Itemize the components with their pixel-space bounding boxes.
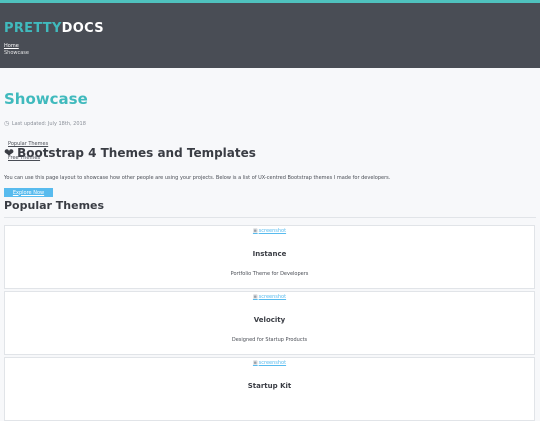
brand-name-part1: PRETTY xyxy=(4,21,62,36)
breadcrumb: Home Showcase xyxy=(4,43,29,57)
screenshot-image-link[interactable]: screenshot xyxy=(5,228,534,234)
breadcrumb-current: Showcase xyxy=(4,50,29,56)
theme-description: Portfolio Theme for Developers xyxy=(230,271,309,277)
divider xyxy=(4,217,536,218)
brand-logo[interactable]: PRETTYDOCS xyxy=(4,21,104,36)
last-updated: ◷ Last updated: July 18th, 2018 xyxy=(4,120,86,127)
theme-name: Startup Kit xyxy=(247,382,292,390)
theme-card-velocity[interactable]: screenshot Velocity Designed for Startup… xyxy=(4,291,535,355)
theme-description: Designed for Startup Products xyxy=(231,337,308,343)
screenshot-image-link[interactable]: screenshot xyxy=(5,360,534,366)
theme-name: Instance xyxy=(252,250,287,258)
intro-text: You can use this page layout to showcase… xyxy=(4,175,391,181)
brand-name-part2: DOCS xyxy=(61,21,104,36)
dropdown-item-popular-themes[interactable]: Popular Themes xyxy=(8,141,48,148)
screenshot-image-link[interactable]: screenshot xyxy=(5,294,534,300)
dropdown-item-free-themes[interactable]: Free Themes xyxy=(8,155,48,162)
page-title: Showcase xyxy=(4,90,88,108)
theme-card-startup-kit[interactable]: screenshot Startup Kit xyxy=(4,357,535,421)
popular-themes-heading: Popular Themes xyxy=(4,199,105,212)
clock-icon: ◷ xyxy=(4,120,10,127)
section-heading-text: Bootstrap 4 Themes and Templates xyxy=(17,146,256,160)
theme-card-instance[interactable]: screenshot Instance Portfolio Theme for … xyxy=(4,225,535,289)
explore-now-button[interactable]: Explore Now xyxy=(4,188,53,197)
theme-dropdown: Popular Themes Free Themes xyxy=(8,141,48,162)
site-header: PRETTYDOCS Home Showcase xyxy=(0,0,540,68)
theme-name: Velocity xyxy=(253,316,286,324)
breadcrumb-home-link[interactable]: Home xyxy=(4,43,29,50)
last-updated-text: Last updated: July 18th, 2018 xyxy=(11,121,86,127)
